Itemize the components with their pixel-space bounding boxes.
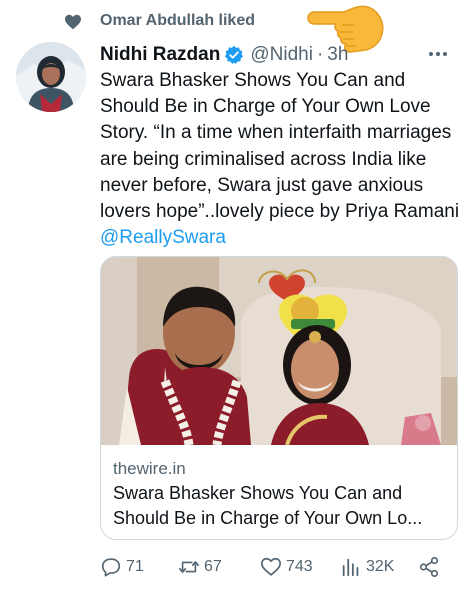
tweet-timestamp[interactable]: 3h <box>327 44 348 66</box>
mention-link[interactable]: @ReallySwara <box>100 227 226 248</box>
separator-dot: · <box>316 44 324 65</box>
retweet-button[interactable]: 67 <box>178 552 222 582</box>
link-card[interactable]: thewire.in Swara Bhasker Shows You Can a… <box>100 256 458 540</box>
heart-outline-icon <box>261 557 281 576</box>
tweet-body-text: Swara Bhasker Shows You Can and Should B… <box>100 70 460 223</box>
share-icon <box>419 557 439 577</box>
reply-button[interactable]: 71 <box>100 552 144 582</box>
avatar[interactable] <box>16 42 86 112</box>
views-chart-icon <box>342 558 359 577</box>
card-title: Swara Bhasker Shows You Can and Should B… <box>113 483 423 528</box>
retweet-icon <box>179 561 199 573</box>
author-handle[interactable]: @Nidhi <box>250 44 313 66</box>
card-domain: thewire.in <box>113 459 186 478</box>
reply-icon <box>101 558 121 577</box>
retweet-count: 67 <box>204 558 222 575</box>
tweet-header: Nidhi Razdan @Nidhi · 3h <box>100 40 348 70</box>
views-button[interactable]: 32K <box>340 552 394 582</box>
wedding-photo <box>101 257 457 445</box>
reply-count: 71 <box>126 558 144 575</box>
liked-by-text[interactable]: Omar Abdullah liked <box>100 12 255 30</box>
like-button[interactable]: 743 <box>260 552 313 582</box>
views-count: 32K <box>366 558 395 575</box>
tweet-text: Swara Bhasker Shows You Can and Should B… <box>100 68 460 251</box>
social-context: Omar Abdullah liked <box>0 5 474 53</box>
share-button[interactable] <box>418 552 444 582</box>
heart-icon <box>65 14 81 30</box>
like-count: 743 <box>286 558 313 575</box>
more-options-icon[interactable] <box>426 44 450 64</box>
tweet-actions: 71 67 743 32K <box>100 552 460 582</box>
author-display-name[interactable]: Nidhi Razdan <box>100 44 220 66</box>
verified-badge-icon <box>225 45 244 64</box>
